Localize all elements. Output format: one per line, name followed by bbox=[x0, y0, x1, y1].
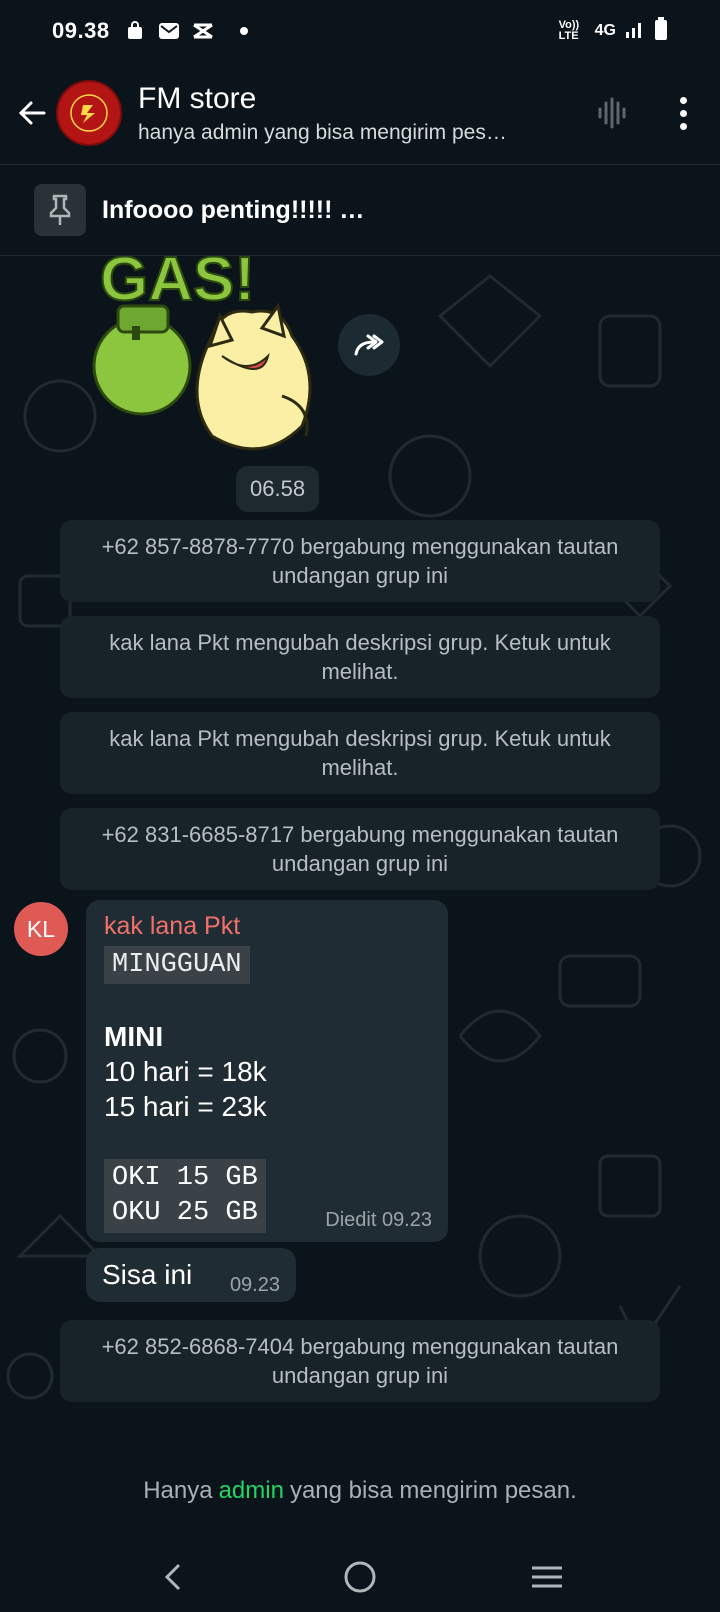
mono-line: OKU 25 GB bbox=[112, 1198, 258, 1228]
message-bubble[interactable]: Sisa ini 09.23 bbox=[86, 1248, 296, 1302]
group-title: FM store bbox=[138, 82, 257, 115]
admin-only-notice: Hanya admin yang bisa mengirim pesan. bbox=[0, 1440, 720, 1542]
message-mono-heading: MINGGUAN bbox=[104, 946, 250, 984]
admin-link[interactable]: admin bbox=[219, 1477, 284, 1505]
mail-icon bbox=[158, 20, 180, 42]
chat-area[interactable]: GAS! 06.58 +62 857-8878-7770 bergabung m… bbox=[0, 256, 720, 1440]
mono-line: OKI 15 GB bbox=[112, 1163, 258, 1193]
system-message[interactable]: kak lana Pkt mengubah deskripsi grup. Ke… bbox=[60, 616, 660, 698]
notice-prefix: Hanya bbox=[143, 1477, 213, 1504]
voice-wave-icon[interactable] bbox=[592, 93, 632, 133]
volte-icon: Vo)) LTE bbox=[558, 19, 580, 42]
status-time: 09.38 bbox=[52, 18, 110, 43]
message-title: MINI bbox=[104, 1021, 164, 1052]
sender-avatar[interactable]: KL bbox=[14, 902, 68, 956]
network-type: 4G bbox=[594, 22, 616, 39]
group-subtitle: hanya admin yang bisa mengirim pes… bbox=[138, 121, 507, 144]
battery-icon bbox=[654, 16, 668, 46]
capcut-icon bbox=[192, 20, 214, 42]
header-text[interactable]: FM store hanya admin yang bisa mengirim … bbox=[138, 81, 592, 145]
system-message: +62 857-8878-7770 bergabung menggunakan … bbox=[60, 520, 660, 602]
message-line: 15 hari = 23k bbox=[104, 1091, 267, 1122]
message-meta: Diedit 09.23 bbox=[325, 1209, 432, 1231]
notice-suffix: yang bisa mengirim pesan. bbox=[289, 1477, 577, 1504]
system-message[interactable]: kak lana Pkt mengubah deskripsi grup. Ke… bbox=[60, 712, 660, 794]
system-message: +62 852-6868-7404 bergabung menggunakan … bbox=[60, 1320, 660, 1402]
system-nav-bar bbox=[0, 1542, 720, 1612]
nav-home-icon[interactable] bbox=[338, 1555, 382, 1599]
sticker-gas-cat[interactable]: GAS! bbox=[92, 256, 322, 466]
system-message: +62 831-6685-8717 bergabung menggunakan … bbox=[60, 808, 660, 890]
sender-name[interactable]: kak lana Pkt bbox=[104, 910, 430, 942]
message-bubble[interactable]: kak lana Pkt MINGGUAN MINI 10 hari = 18k… bbox=[86, 900, 448, 1242]
message-line: 10 hari = 18k bbox=[104, 1056, 267, 1087]
chat-header: FM store hanya admin yang bisa mengirim … bbox=[0, 62, 720, 164]
pinned-message-text: Infoooo penting!!!!! … bbox=[102, 195, 365, 224]
message-text: Sisa ini bbox=[102, 1259, 193, 1290]
group-avatar[interactable] bbox=[56, 80, 122, 146]
nav-recents-icon[interactable] bbox=[525, 1555, 569, 1599]
more-vert-icon[interactable] bbox=[668, 93, 698, 133]
message-mono-block: OKI 15 GB OKU 25 GB bbox=[104, 1159, 266, 1233]
pinned-message-bar[interactable]: Infoooo penting!!!!! … bbox=[0, 164, 720, 256]
arrow-back-icon[interactable] bbox=[14, 95, 50, 131]
status-bar: 09.38 Vo)) LTE 4G bbox=[0, 0, 720, 62]
shop-bag-icon bbox=[124, 20, 146, 42]
nav-back-icon[interactable] bbox=[151, 1555, 195, 1599]
message-time: 09.23 bbox=[229, 1273, 280, 1296]
signal-icon bbox=[624, 18, 646, 45]
pin-icon bbox=[34, 184, 86, 236]
status-right-icons: Vo)) LTE 4G bbox=[558, 16, 668, 46]
status-notification-icons bbox=[124, 20, 214, 42]
forward-button[interactable] bbox=[338, 314, 400, 376]
sticker-time: 06.58 bbox=[236, 466, 320, 512]
notification-dot-icon bbox=[239, 27, 248, 35]
